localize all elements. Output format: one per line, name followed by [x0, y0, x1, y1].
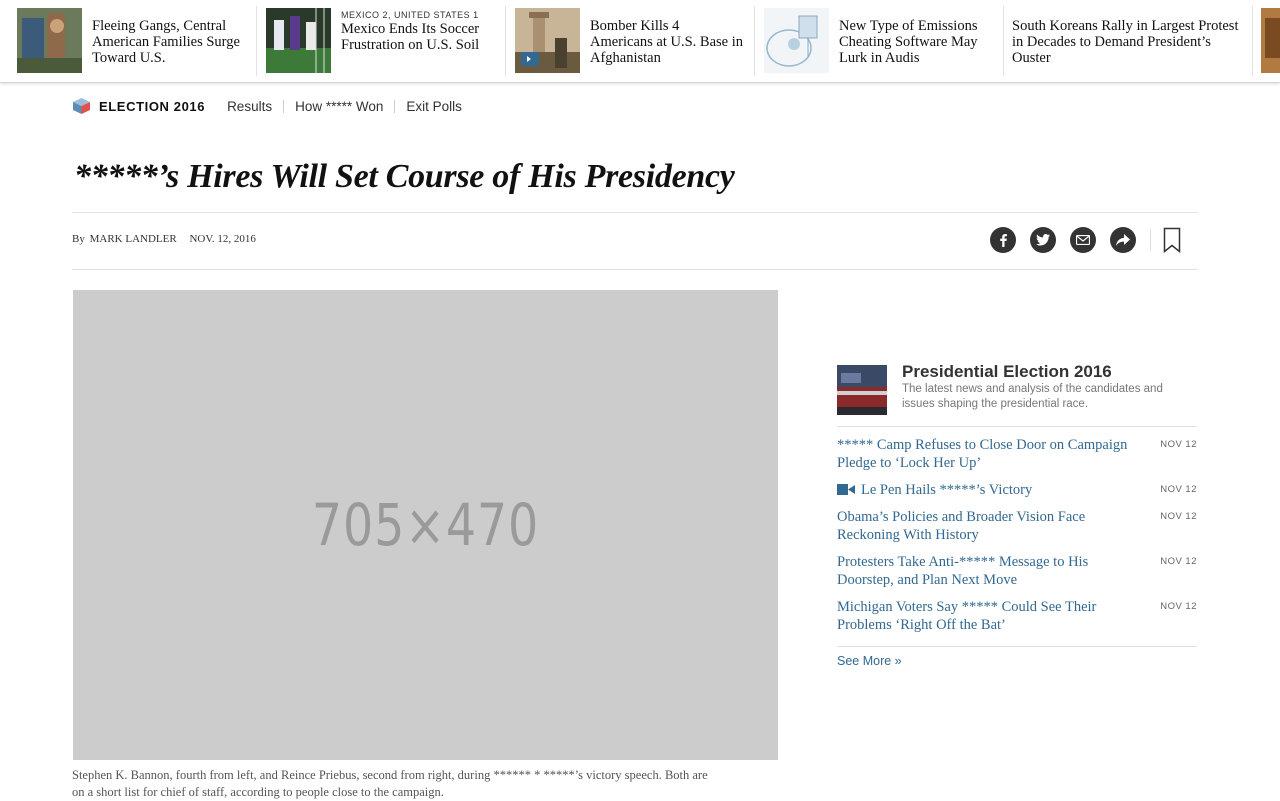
section-title[interactable]: ELECTION 2016	[99, 99, 205, 114]
divider	[1150, 229, 1151, 251]
list-item[interactable]: ***** Camp Refuses to Close Door on Camp…	[837, 436, 1197, 472]
nav-link-how-won[interactable]: How ***** Won	[283, 99, 394, 113]
story-date: NOV 12	[1160, 511, 1197, 522]
sidebar-header: Presidential Election 2016 The latest ne…	[837, 362, 1197, 427]
divider	[837, 646, 1197, 647]
facebook-icon	[1000, 234, 1007, 247]
divider	[72, 212, 1198, 213]
sidebar-thumbnail[interactable]	[837, 365, 887, 415]
email-share-button[interactable]	[1070, 227, 1096, 253]
story-link[interactable]: Le Pen Hails *****’s Victory	[861, 482, 1032, 498]
save-bookmark-button[interactable]	[1163, 227, 1181, 253]
byline: By MARK LANDLER NOV. 12, 2016	[72, 233, 256, 245]
story-link[interactable]: Obama’s Policies and Broader Vision Face…	[837, 508, 1137, 544]
election-cube-icon	[73, 98, 90, 114]
facebook-share-button[interactable]	[990, 227, 1016, 253]
story-link[interactable]: ***** Camp Refuses to Close Door on Camp…	[837, 436, 1137, 472]
list-item[interactable]: Protesters Take Anti-***** Message to Hi…	[837, 553, 1197, 589]
lead-image-placeholder: 705×470	[73, 290, 778, 760]
image-dimensions-label: 705×470	[311, 491, 540, 559]
nav-link-exit-polls[interactable]: Exit Polls	[394, 99, 473, 113]
ribbon-kicker: MEXICO 2, UNITED STATES 1	[341, 10, 479, 20]
story-date: NOV 12	[1160, 601, 1197, 612]
sidebar-subtitle: The latest news and analysis of the cand…	[902, 383, 1163, 410]
ribbon-headline: Mexico Ends Its Soccer Frustration on U.…	[341, 21, 480, 53]
section-nav: ELECTION 2016 Results How ***** Won Exit…	[72, 96, 473, 116]
ribbon-thumbnail	[764, 8, 829, 73]
top-news-ribbon: Fleeing Gangs, Central American Families…	[0, 0, 1280, 83]
list-item[interactable]: Le Pen Hails *****’s Victory NOV 12	[837, 481, 1197, 499]
story-link[interactable]: Protesters Take Anti-***** Message to Hi…	[837, 553, 1137, 589]
ribbon-headline: New Type of Emissions Cheating Software …	[839, 18, 978, 66]
email-icon	[1076, 235, 1090, 245]
publish-date: NOV. 12, 2016	[189, 233, 256, 245]
article-headline: *****’s Hires Will Set Course of His Pre…	[74, 158, 735, 195]
share-icon	[1116, 234, 1130, 246]
bookmark-icon	[1163, 227, 1181, 253]
story-date: NOV 12	[1160, 484, 1197, 495]
story-date: NOV 12	[1160, 439, 1197, 450]
share-tools	[990, 227, 1181, 253]
election-sidebar: Presidential Election 2016 The latest ne…	[837, 362, 1197, 668]
sidebar-story-list: ***** Camp Refuses to Close Door on Camp…	[837, 436, 1197, 643]
ribbon-story[interactable]: MEXICO 2, UNITED STATES 1 Mexico Ends It…	[257, 0, 505, 82]
story-link[interactable]: Michigan Voters Say ***** Could See Thei…	[837, 598, 1137, 634]
image-caption: Stephen K. Bannon, fourth from left, and…	[72, 768, 708, 799]
see-more-link[interactable]: See More »	[837, 654, 902, 668]
divider	[72, 269, 1198, 270]
twitter-icon	[1036, 234, 1050, 246]
ribbon-thumbnail	[17, 8, 82, 73]
ribbon-thumbnail	[1261, 8, 1280, 73]
story-date: NOV 12	[1160, 556, 1197, 567]
more-share-button[interactable]	[1110, 227, 1136, 253]
ribbon-headline: Bomber Kills 4 Americans at U.S. Base in…	[590, 18, 744, 66]
sidebar-title[interactable]: Presidential Election 2016	[902, 362, 1112, 382]
list-item[interactable]: Michigan Voters Say ***** Could See Thei…	[837, 598, 1197, 634]
video-icon	[837, 484, 855, 495]
ribbon-story[interactable]: New Type of Emissions Cheating Software …	[755, 0, 1003, 82]
ribbon-thumbnail	[266, 8, 331, 73]
nav-link-results[interactable]: Results	[227, 99, 283, 113]
list-item[interactable]: Obama’s Policies and Broader Vision Face…	[837, 508, 1197, 544]
author-link[interactable]: MARK LANDLER	[90, 233, 177, 245]
ribbon-thumbnail	[515, 8, 580, 73]
ribbon-headline: South Koreans Rally in Largest Protest i…	[1012, 18, 1239, 66]
ribbon-story[interactable]: South Koreans Rally in Largest Protest i…	[1004, 0, 1252, 82]
ribbon-story[interactable]: Fleeing Gangs, Central American Families…	[8, 0, 256, 82]
ribbon-story[interactable]: Bomber Kills 4 Americans at U.S. Base in…	[506, 0, 754, 82]
byline-prefix: By	[72, 233, 85, 245]
ribbon-headline: Fleeing Gangs, Central American Families…	[92, 18, 240, 66]
twitter-share-button[interactable]	[1030, 227, 1056, 253]
